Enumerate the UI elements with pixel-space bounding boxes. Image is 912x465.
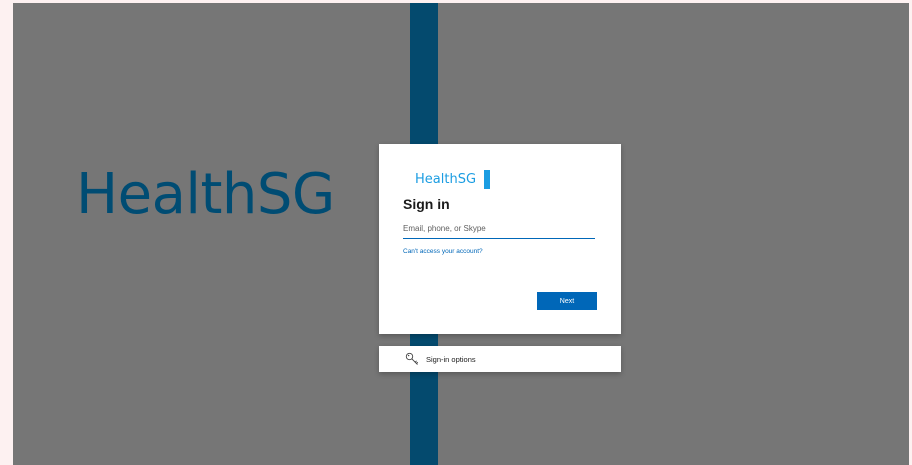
page-title: Sign in — [403, 196, 450, 212]
card-logo: HealthSG — [415, 170, 491, 189]
logo-bar-icon — [484, 170, 491, 189]
email-field[interactable] — [403, 221, 595, 239]
key-icon — [405, 352, 419, 366]
cant-access-account-link[interactable]: Can't access your account? — [403, 248, 483, 256]
brand-logo-large: HealthSG — [76, 162, 335, 227]
card-logo-text: HealthSG — [415, 172, 477, 187]
signin-options-button[interactable]: Sign-in options — [379, 346, 621, 372]
next-button[interactable]: Next — [537, 292, 597, 310]
signin-card: HealthSG Sign in Can't access your accou… — [379, 144, 621, 334]
signin-options-label: Sign-in options — [426, 354, 476, 364]
